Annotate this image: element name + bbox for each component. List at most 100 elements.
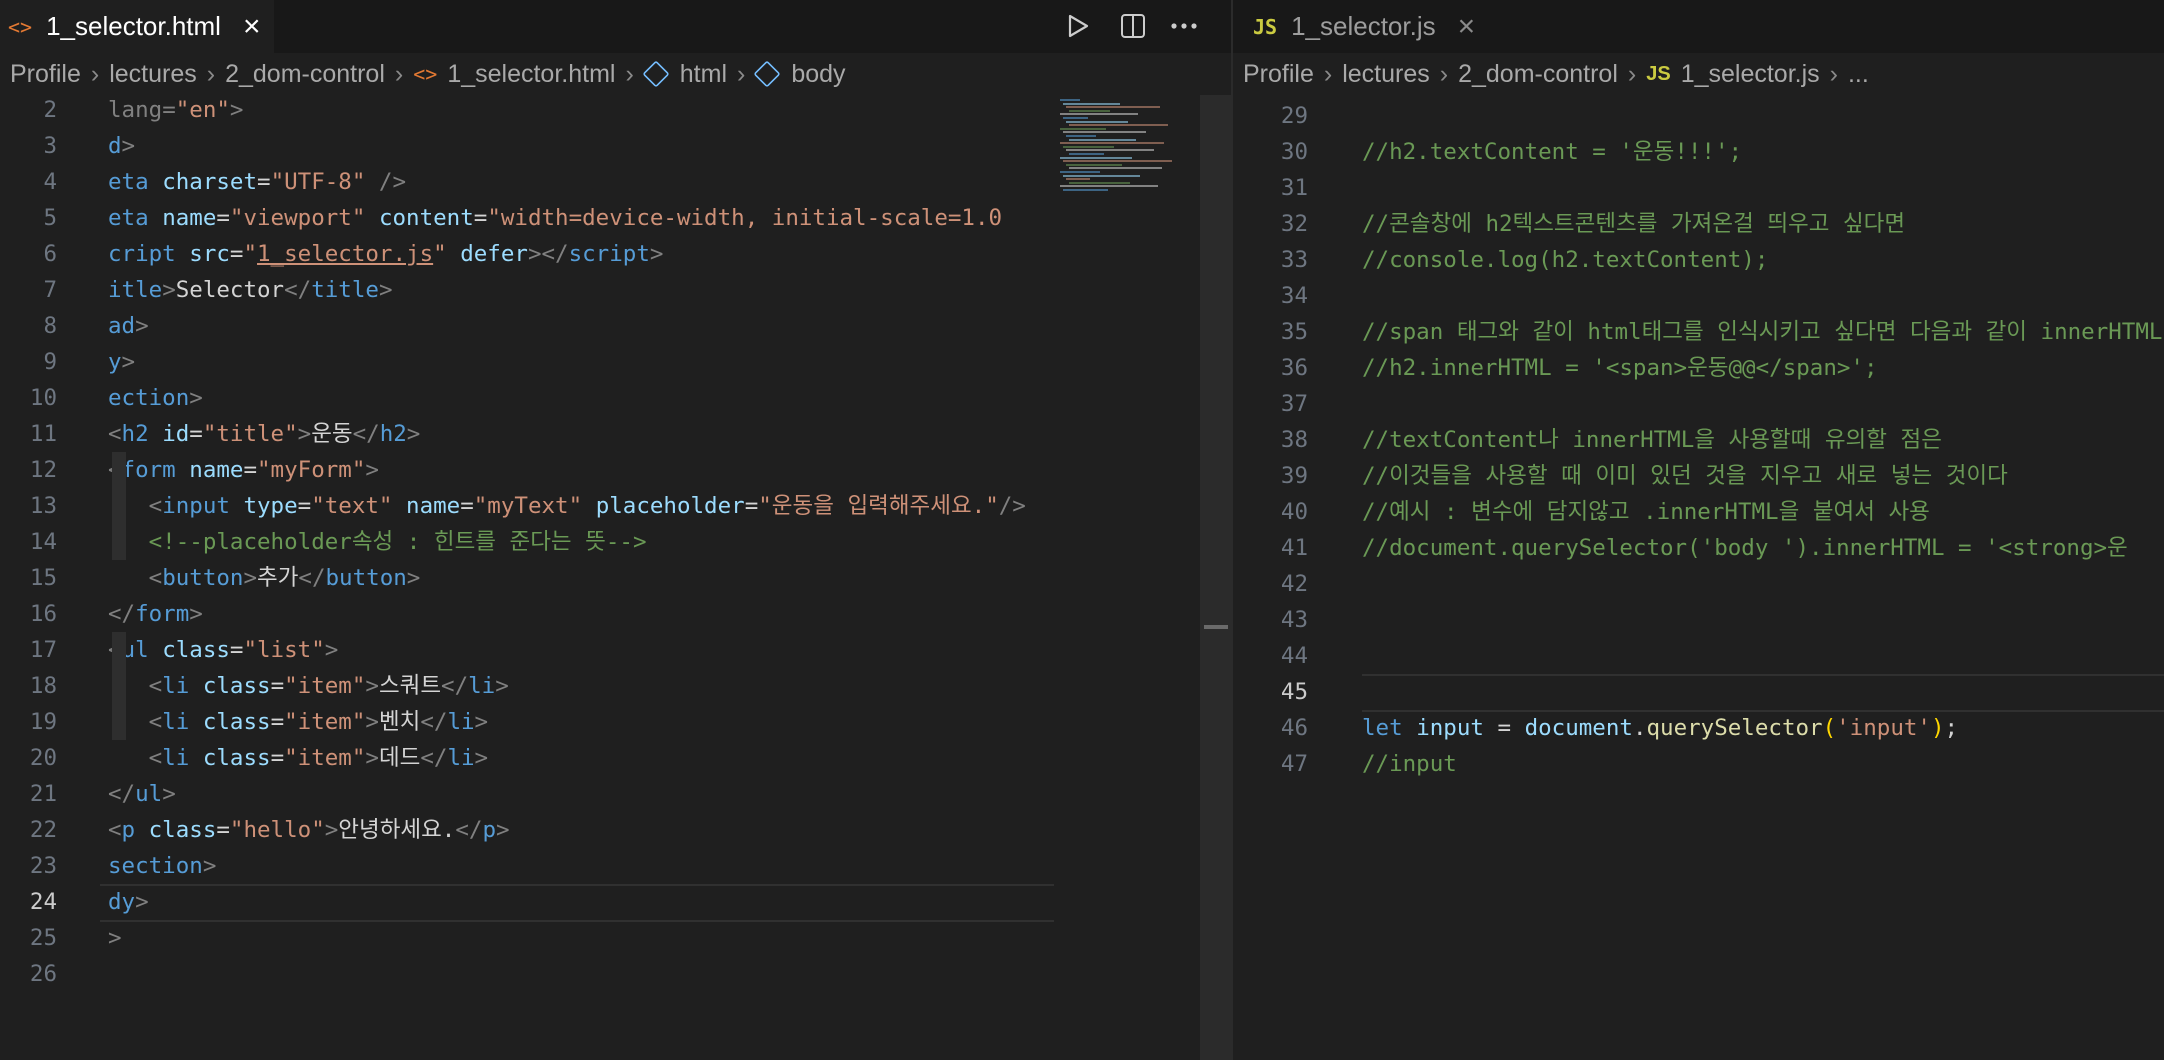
code-line[interactable]: 25 > — [0, 920, 1054, 956]
code-line[interactable]: 20 <li class="item">데드</li> — [0, 740, 1054, 776]
code-line[interactable]: 3 d> — [0, 128, 1054, 164]
minimap-line — [1069, 167, 1162, 170]
code-line[interactable]: 30 //h2.textContent = '운동!!!'; — [1233, 134, 2164, 170]
minimap-line — [1063, 131, 1146, 134]
line-number: 15 — [29, 565, 57, 591]
code-line[interactable]: 35 //span 태그와 같이 html태그를 인식시키고 싶다면 다음과 같이… — [1233, 314, 2164, 350]
code-line[interactable]: 6 cript src="1_selector.js" defer></scrip… — [0, 236, 1054, 272]
split-editor-icon[interactable] — [1113, 6, 1153, 46]
code-line[interactable]: 7 itle>Selector</title> — [0, 272, 1054, 308]
tab-1-selector-js[interactable]: JS 1_selector.js × — [1253, 0, 1493, 53]
line-number: 20 — [29, 745, 57, 771]
code-line[interactable]: 32 //콘솔창에 h2텍스트콘텐츠를 가져온걸 띄우고 싶다면 — [1233, 206, 2164, 242]
code-line[interactable]: 18 <li class="item">스쿼트</li> — [0, 668, 1054, 704]
code-line[interactable]: 16 </form> — [0, 596, 1054, 632]
code-text: <button>추가</button> — [108, 565, 421, 591]
code-text: <h2 id="title">운동</h2> — [108, 421, 421, 447]
code-line[interactable]: 15 <button>추가</button> — [0, 560, 1054, 596]
tab-label: 1_selector.html — [46, 11, 221, 41]
scrollbar-thumb[interactable] — [1204, 625, 1228, 629]
line-number: 11 — [29, 421, 57, 447]
code-line[interactable]: 4 eta charset="UTF-8" /> — [0, 164, 1054, 200]
code-line[interactable]: 12 <form name="myForm"> — [0, 452, 1054, 488]
code-line[interactable]: 46 let input = document.querySelector('in… — [1233, 710, 2164, 746]
code-line[interactable]: 44 — [1233, 638, 2164, 674]
chevron-right-icon: › — [1627, 59, 1637, 88]
scrollbar[interactable] — [1200, 95, 1231, 1060]
code-line[interactable]: 14 <!--placeholder속성 : 힌트를 준다는 뜻--> — [0, 524, 1054, 560]
code-line[interactable]: 43 — [1233, 602, 2164, 638]
code-line[interactable]: 29 — [1233, 98, 2164, 134]
code-line[interactable]: 31 — [1233, 170, 2164, 206]
breadcrumb-item[interactable]: 2_dom-control — [225, 60, 385, 89]
code-text: <!--placeholder속성 : 힌트를 준다는 뜻--> — [108, 529, 647, 555]
code-line[interactable]: 41 //document.querySelector('body ').inne… — [1233, 530, 2164, 566]
breadcrumb-item[interactable]: lectures — [109, 60, 197, 89]
line-number: 25 — [29, 925, 57, 951]
breadcrumb-item[interactable]: Profile — [1243, 60, 1314, 89]
minimap-line — [1069, 153, 1104, 155]
close-icon[interactable]: × — [243, 11, 261, 42]
code-line[interactable]: 9 y> — [0, 344, 1054, 380]
breadcrumb-item[interactable]: body — [791, 60, 845, 89]
code-text: section> — [108, 853, 217, 879]
more-actions-icon[interactable] — [1164, 6, 1204, 46]
line-number: 18 — [29, 673, 57, 699]
code-line[interactable]: 13 <input type="text" name="myText" plac… — [0, 488, 1054, 524]
line-number: 36 — [1280, 355, 1308, 381]
code-line[interactable]: 40 //예시 : 변수에 담지않고 .innerHTML을 붙여서 사용 — [1233, 494, 2164, 530]
code-editor[interactable]: 29 30 //h2.textContent = '운동!!!'; 31 32 //콘솔창… — [1233, 95, 2164, 1060]
code-line[interactable]: 42 — [1233, 566, 2164, 602]
code-text: ection> — [108, 385, 203, 411]
breadcrumb-item[interactable]: html — [680, 60, 727, 89]
line-number: 45 — [1280, 679, 1308, 705]
code-text: //h2.textContent = '운동!!!'; — [1362, 139, 1743, 165]
code-line[interactable]: 11 <h2 id="title">운동</h2> — [0, 416, 1054, 452]
code-line[interactable]: 38 //textContent나 innerHTML을 사용할때 유의할 점은 — [1233, 422, 2164, 458]
line-number: 30 — [1280, 139, 1308, 165]
code-text: //콘솔창에 h2텍스트콘텐츠를 가져온걸 띄우고 싶다면 — [1362, 211, 1906, 237]
code-line[interactable]: 21 </ul> — [0, 776, 1054, 812]
code-text: itle>Selector</title> — [108, 277, 393, 303]
tab-1-selector-html[interactable]: <> 1_selector.html × — [0, 0, 274, 53]
code-line[interactable]: 39 //이것들을 사용할 때 이미 있던 것을 지우고 새로 넣는 것이다 — [1233, 458, 2164, 494]
breadcrumb-item[interactable]: lectures — [1342, 60, 1430, 89]
breadcrumb-item[interactable]: 1_selector.html — [447, 60, 615, 89]
code-line[interactable]: 22 <p class="hello">안녕하세요.</p> — [0, 812, 1054, 848]
code-text: <li class="item">데드</li> — [108, 745, 489, 771]
code-line[interactable]: 2 lang="en"> — [0, 92, 1054, 128]
code-line[interactable]: 45 — [1233, 674, 2164, 712]
minimap-line — [1069, 181, 1130, 184]
code-editor[interactable]: 2 lang="en"> 3 d> 4 eta charset="UTF-8" /> 5 et… — [0, 95, 1231, 1060]
code-line[interactable]: 19 <li class="item">벤치</li> — [0, 704, 1054, 740]
minimap-line — [1060, 185, 1158, 188]
code-line[interactable]: 33 //console.log(h2.textContent); — [1233, 242, 2164, 278]
close-icon[interactable]: × — [1458, 11, 1476, 42]
code-line[interactable]: 8 ad> — [0, 308, 1054, 344]
line-number: 39 — [1280, 463, 1308, 489]
breadcrumb-item[interactable]: ... — [1848, 60, 1869, 89]
html-file-icon: <> — [8, 14, 33, 39]
code-line[interactable]: 24 dy> — [0, 884, 1054, 922]
code-line[interactable]: 47 //input — [1233, 746, 2164, 782]
code-line[interactable]: 17 <ul class="list"> — [0, 632, 1054, 668]
code-text: let input = document.querySelector('inpu… — [1362, 715, 1959, 741]
run-icon[interactable] — [1058, 6, 1098, 46]
minimap[interactable] — [1054, 95, 1200, 1060]
breadcrumb-item[interactable]: Profile — [10, 60, 81, 89]
code-text: d> — [108, 133, 136, 159]
left-tab-bar: <> 1_selector.html × — [0, 0, 1231, 53]
code-text: //textContent나 innerHTML을 사용할때 유의할 점은 — [1362, 427, 1942, 453]
code-line[interactable]: 10 ection> — [0, 380, 1054, 416]
line-number: 5 — [43, 205, 57, 231]
breadcrumb-item[interactable]: 1_selector.js — [1681, 60, 1820, 89]
line-number: 6 — [43, 241, 57, 267]
code-line[interactable]: 34 — [1233, 278, 2164, 314]
code-line[interactable]: 5 eta name="viewport" content="width=devi… — [0, 200, 1054, 236]
breadcrumb-item[interactable]: 2_dom-control — [1458, 60, 1618, 89]
code-line[interactable]: 26 — [0, 956, 1054, 992]
element-symbol-icon — [642, 60, 670, 88]
code-line[interactable]: 23 section> — [0, 848, 1054, 884]
code-line[interactable]: 36 //h2.innerHTML = '<span>운동@@</span>'; — [1233, 350, 2164, 386]
code-line[interactable]: 37 — [1233, 386, 2164, 422]
